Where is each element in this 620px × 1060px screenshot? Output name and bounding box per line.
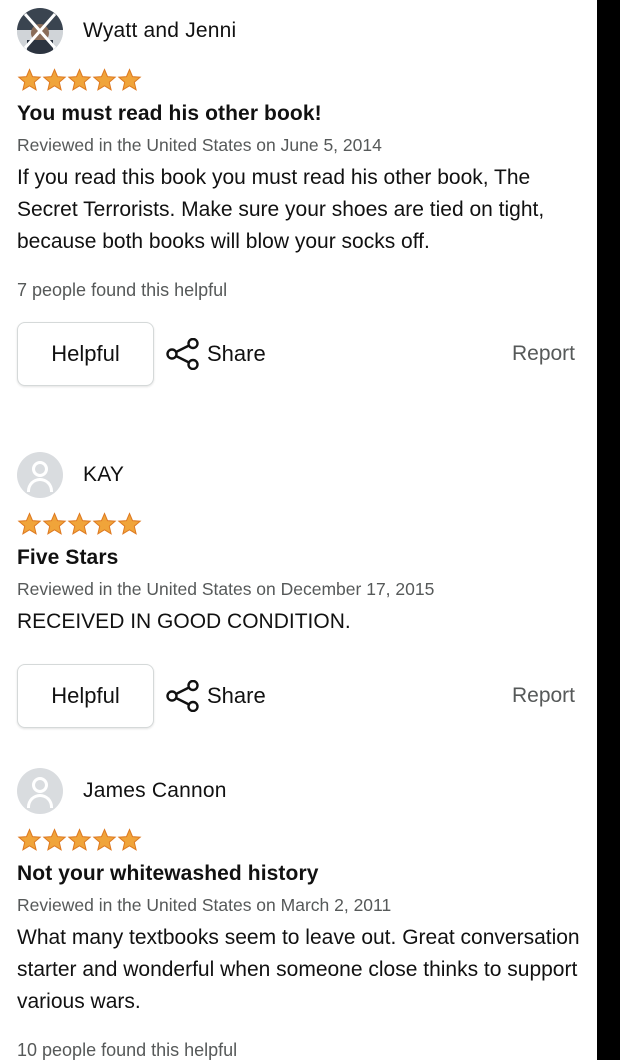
share-icon — [166, 680, 199, 712]
reviewer-profile[interactable]: James Cannon — [17, 768, 592, 814]
review-date: Reviewed in the United States on June 5,… — [17, 135, 382, 155]
star-icon — [92, 828, 117, 851]
star-icon — [67, 512, 92, 535]
star-icon — [42, 68, 67, 91]
helpful-count: 7 people found this helpful — [17, 280, 228, 300]
star-icon — [117, 828, 142, 851]
star-rating — [17, 512, 592, 536]
star-icon — [17, 828, 42, 851]
profile-photo-icon — [17, 8, 63, 54]
avatar-head-shape — [32, 461, 48, 477]
review-title[interactable]: You must read his other book! — [17, 102, 592, 126]
reviewer-profile[interactable]: Wyatt and Jenni — [17, 8, 592, 54]
star-icon — [42, 828, 67, 851]
reviewer-name[interactable]: Wyatt and Jenni — [83, 19, 236, 43]
reviewer-name[interactable]: KAY — [83, 463, 124, 487]
avatar-head-shape — [32, 777, 48, 793]
review-list: Wyatt and Jenni You must read his other … — [0, 0, 620, 1060]
review-actions: Helpful Share Report — [17, 664, 592, 730]
helpful-button[interactable]: Helpful — [17, 664, 154, 728]
reviewer-avatar — [17, 8, 63, 54]
review-body: RECEIVED IN GOOD CONDITION. — [17, 610, 351, 633]
avatar-body-shape — [27, 794, 53, 808]
screen-edge-bar — [597, 0, 620, 1060]
review-title[interactable]: Five Stars — [17, 546, 592, 570]
helpful-button[interactable]: Helpful — [17, 322, 154, 386]
review-date: Reviewed in the United States on March 2… — [17, 895, 392, 915]
share-button[interactable]: Share — [166, 338, 266, 370]
review-date: Reviewed in the United States on Decembe… — [17, 579, 435, 599]
review-title[interactable]: Not your whitewashed history — [17, 862, 592, 886]
reviewer-profile[interactable]: KAY — [17, 452, 592, 498]
share-button[interactable]: Share — [166, 680, 266, 712]
star-icon — [117, 68, 142, 91]
reviewer-avatar — [17, 452, 63, 498]
share-label: Share — [207, 341, 266, 366]
star-rating — [17, 68, 592, 92]
star-icon — [17, 512, 42, 535]
star-icon — [17, 68, 42, 91]
avatar-body-shape — [27, 478, 53, 492]
review-actions: Helpful Share Report — [17, 322, 592, 388]
review-body: If you read this book you must read his … — [17, 166, 545, 253]
reviewer-avatar — [17, 768, 63, 814]
star-icon — [67, 68, 92, 91]
helpful-count: 10 people found this helpful — [17, 1040, 238, 1060]
share-label: Share — [207, 683, 266, 708]
share-icon — [166, 338, 199, 370]
star-rating — [17, 828, 592, 852]
review-card: James Cannon Not your whitewashed histor… — [17, 768, 592, 1060]
reviewer-name[interactable]: James Cannon — [83, 779, 227, 803]
star-icon — [117, 512, 142, 535]
star-icon — [67, 828, 92, 851]
review-card: KAY Five Stars Reviewed in the United St… — [17, 452, 592, 730]
star-icon — [92, 68, 117, 91]
star-icon — [42, 512, 67, 535]
review-body: What many textbooks seem to leave out. G… — [17, 926, 580, 1013]
report-link[interactable]: Report — [512, 684, 575, 708]
report-link[interactable]: Report — [512, 342, 575, 366]
star-icon — [92, 512, 117, 535]
review-card: Wyatt and Jenni You must read his other … — [17, 8, 592, 388]
